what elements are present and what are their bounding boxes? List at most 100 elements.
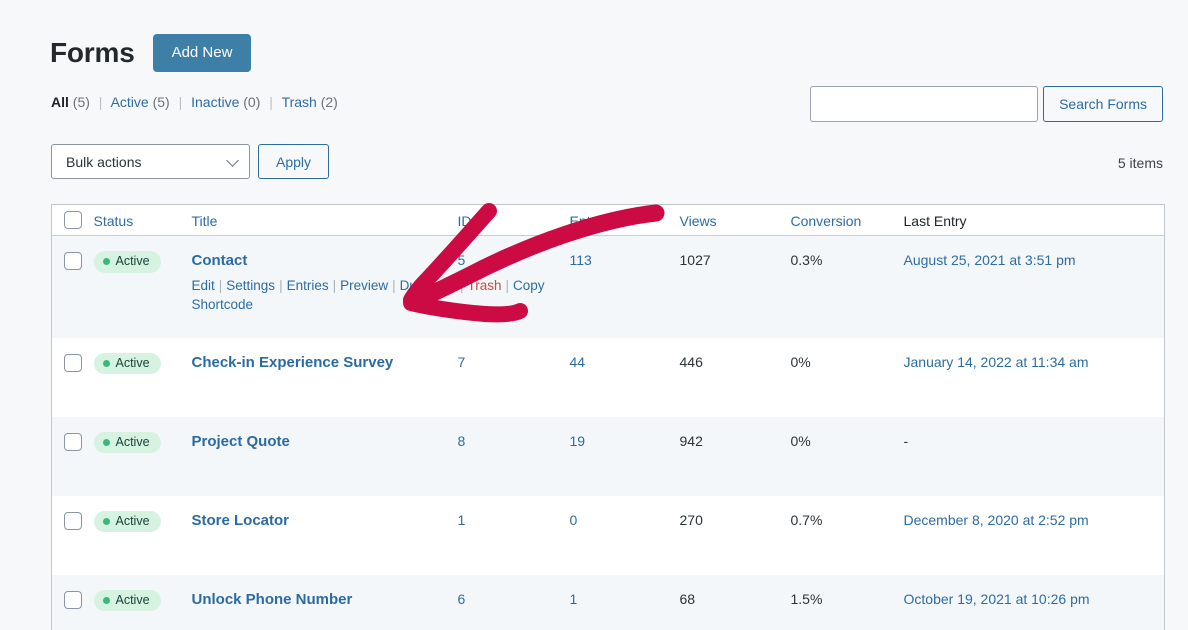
form-id-link[interactable]: 5 (458, 252, 466, 268)
conversion-rate: 1.5% (790, 590, 823, 607)
status-badge-label: Active (115, 254, 150, 269)
row-last-entry-cell: August 25, 2021 at 3:51 pm (904, 236, 1165, 338)
row-title-cell: Unlock Phone Number (192, 575, 458, 630)
row-id-cell: 7 (458, 338, 570, 417)
filter-link-active[interactable]: Active (111, 94, 149, 110)
row-entries-cell: 19 (570, 417, 680, 496)
row-entries-cell: 44 (570, 338, 680, 417)
row-entries-cell: 0 (570, 496, 680, 575)
status-badge-label: Active (115, 434, 150, 449)
status-dot-icon (102, 258, 110, 265)
filter-link-inactive[interactable]: Inactive (191, 94, 239, 110)
form-id-link[interactable]: 6 (458, 591, 466, 607)
entries-count-link[interactable]: 113 (570, 252, 592, 268)
row-checkbox[interactable] (64, 252, 82, 270)
filter-link-all[interactable]: All (51, 94, 69, 110)
views-count: 270 (679, 511, 703, 528)
status-badge: Active (93, 589, 161, 612)
last-entry-link[interactable]: January 14, 2022 at 11:34 am (904, 354, 1089, 370)
row-conversion-cell: 1.5% (791, 575, 904, 630)
filter-separator: | (178, 94, 183, 110)
row-action-duplicate[interactable]: Duplicate (400, 278, 456, 293)
row-checkbox[interactable] (64, 432, 82, 451)
row-conversion-cell: 0.3% (791, 236, 904, 338)
row-actions: Edit | Settings | Entries | Preview | Duplicate |… (191, 278, 545, 312)
row-checkbox[interactable] (64, 353, 82, 372)
row-last-entry-cell: January 14, 2022 at 11:34 am (904, 338, 1165, 417)
form-id-link[interactable]: 7 (458, 354, 466, 370)
row-action-trash[interactable]: Trash (467, 278, 501, 293)
views-count: 942 (679, 432, 703, 449)
form-id-link[interactable]: 1 (458, 512, 466, 528)
form-title-link[interactable]: Check-in Experience Survey (192, 354, 394, 371)
search-forms-button[interactable]: Search Forms (1043, 86, 1163, 122)
form-title-link[interactable]: Contact (192, 252, 248, 269)
column-header-title[interactable]: Title (191, 204, 458, 236)
column-header-entries[interactable]: Entries (569, 204, 680, 236)
row-status-cell: Active (93, 236, 192, 338)
status-badge-label: Active (115, 355, 150, 370)
items-count: 5 items (1117, 155, 1163, 171)
filter-count-all: (5) (72, 94, 90, 110)
form-title-link[interactable]: Project Quote (192, 433, 290, 450)
column-header-id[interactable]: ID (457, 204, 570, 236)
table-row: Active Contact Edit | Settings | Entries | Pre… (51, 235, 1165, 338)
column-header-views[interactable]: Views (679, 204, 791, 236)
row-select-cell (52, 417, 94, 496)
row-action-entries[interactable]: Entries (287, 278, 329, 293)
last-entry-link[interactable]: December 8, 2020 at 2:52 pm (904, 512, 1089, 528)
apply-button[interactable]: Apply (258, 144, 330, 179)
last-entry-link[interactable]: October 19, 2021 at 10:26 pm (904, 591, 1090, 607)
row-id-cell: 8 (458, 417, 570, 496)
search-input[interactable] (810, 86, 1039, 122)
row-status-cell: Active (93, 338, 192, 417)
status-badge: Active (93, 251, 161, 273)
status-badge-label: Active (115, 592, 150, 607)
add-new-button[interactable]: Add New (152, 34, 252, 72)
row-action-preview[interactable]: Preview (340, 278, 388, 293)
entries-count-link[interactable]: 19 (570, 433, 586, 449)
row-views-cell: 270 (680, 496, 791, 575)
status-badge: Active (93, 510, 161, 533)
row-checkbox[interactable] (64, 511, 82, 530)
row-entries-cell: 1 (570, 575, 680, 630)
row-action-settings[interactable]: Settings (226, 278, 275, 293)
last-entry-link[interactable]: August 25, 2021 at 3:51 pm (904, 252, 1076, 268)
search-box: Search Forms (810, 86, 1163, 122)
row-action-edit[interactable]: Edit (192, 278, 215, 293)
column-header-conversion[interactable]: Conversion (790, 204, 904, 236)
column-header-status[interactable]: Status (93, 204, 192, 236)
entries-count-link[interactable]: 44 (570, 354, 586, 370)
row-checkbox[interactable] (64, 590, 82, 609)
row-id-cell: 1 (458, 496, 570, 575)
entries-count-link[interactable]: 0 (570, 512, 578, 528)
row-title-cell: Project Quote (192, 417, 458, 496)
filter-count-active: (5) (152, 94, 170, 110)
row-title-cell: Check-in Experience Survey (192, 338, 458, 417)
row-conversion-cell: 0.7% (791, 496, 904, 575)
form-id-link[interactable]: 8 (458, 433, 466, 449)
filter-link-trash[interactable]: Trash (282, 94, 317, 110)
column-header-last-entry: Last Entry (903, 204, 1165, 236)
table-body: Active Contact Edit | Settings | Entries | Pre… (51, 235, 1165, 630)
row-select-cell (52, 496, 94, 575)
form-title-link[interactable]: Store Locator (192, 512, 290, 529)
select-all-checkbox[interactable] (64, 211, 82, 229)
row-conversion-cell: 0% (791, 417, 904, 496)
row-select-cell (52, 338, 94, 417)
entries-count-link[interactable]: 1 (570, 591, 578, 607)
table-header: Status Title ID Entries Views Conversion… (51, 204, 1165, 236)
row-select-cell (52, 236, 94, 338)
status-dot-icon (102, 596, 110, 604)
row-status-cell: Active (93, 496, 192, 575)
conversion-rate: 0% (790, 353, 811, 370)
row-id-cell: 6 (458, 575, 570, 630)
form-title-link[interactable]: Unlock Phone Number (192, 591, 353, 608)
table-header-row: Status Title ID Entries Views Conversion… (51, 204, 1165, 236)
status-dot-icon (102, 359, 110, 367)
views-count: 446 (679, 353, 703, 370)
row-status-cell: Active (93, 575, 192, 630)
last-entry-empty: - (903, 432, 909, 449)
conversion-rate: 0.7% (790, 511, 823, 528)
bulk-actions-select[interactable]: Bulk actions (51, 144, 250, 179)
